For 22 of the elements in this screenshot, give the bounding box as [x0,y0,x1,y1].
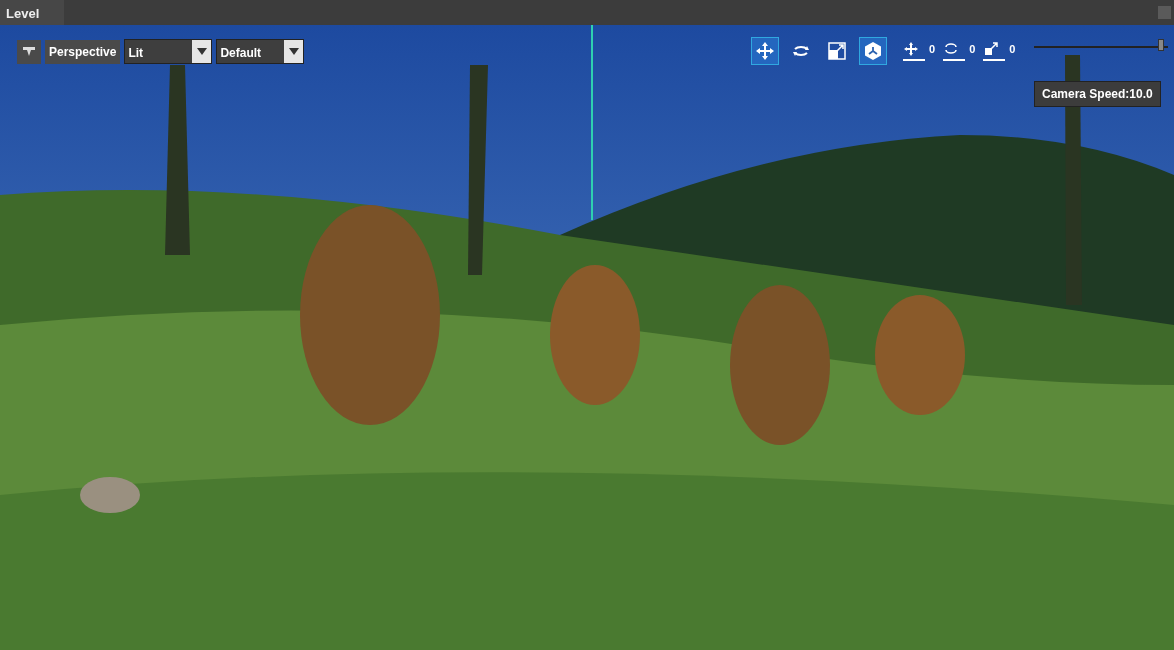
slider-thumb[interactable] [1158,39,1165,51]
snap-value: 0 [969,42,976,57]
camera-mode-button[interactable]: Perspective [45,39,121,64]
tooltip: Camera Speed:10.0 [1034,81,1161,107]
caret-icon [288,48,299,55]
snap-value: 0 [929,42,936,57]
scale-icon [827,41,847,61]
rotate-snap-icon[interactable] [943,41,966,61]
dropdown[interactable]: Lit [124,39,213,64]
panel-tab[interactable]: Level [0,0,64,25]
cube-icon [863,41,883,61]
caret-icon [196,48,207,55]
move-snap-icon[interactable] [903,41,925,61]
dropdown[interactable]: Default [216,39,305,64]
camera-speed-slider[interactable] [1034,39,1168,52]
snap-value: 0 [1009,42,1016,57]
move-tool-button[interactable] [751,37,779,65]
move-icon [755,41,775,61]
camera-menu-button[interactable] [17,39,41,64]
funnel-icon [23,46,35,57]
scale-snap-icon[interactable] [983,41,1006,61]
space-tool-button[interactable] [859,37,887,65]
